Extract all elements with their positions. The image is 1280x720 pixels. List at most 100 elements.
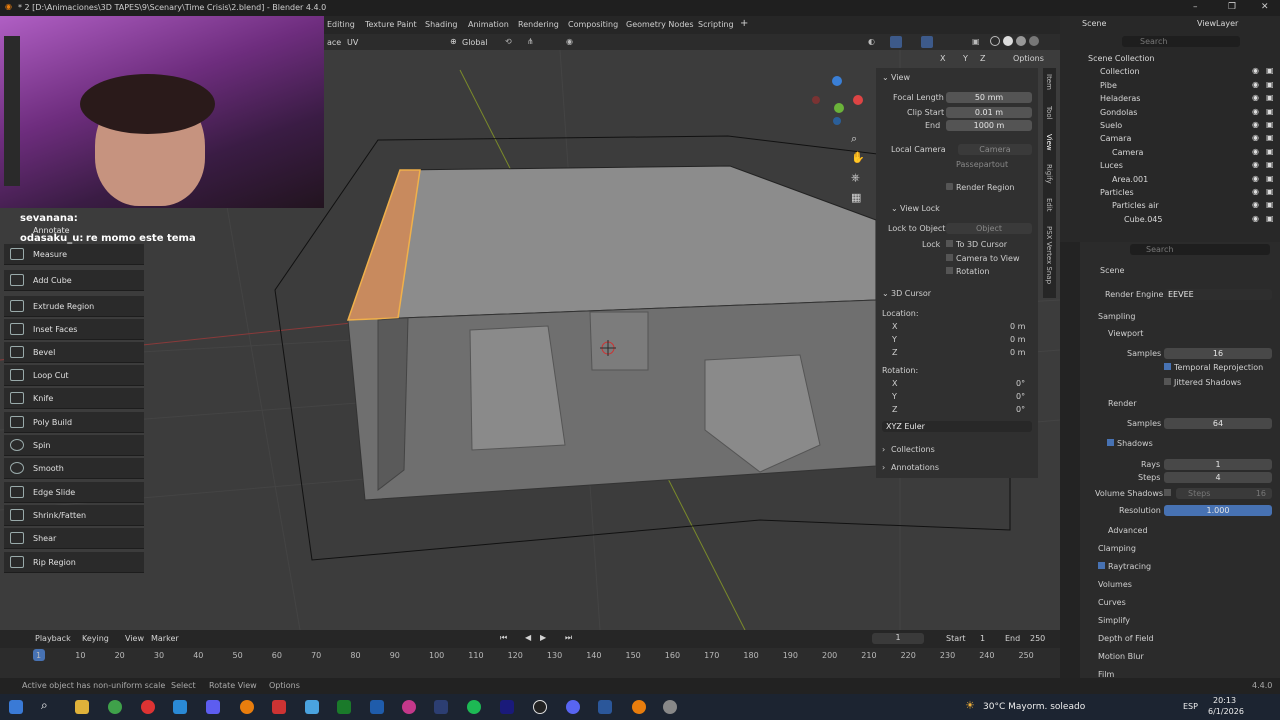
curves-section[interactable]: Curves [1098,598,1126,607]
rotation-lock-checkbox[interactable] [946,267,953,274]
tab-rigify[interactable]: Rigify [1045,164,1053,184]
spotify-icon[interactable] [467,700,481,714]
gizmo-z-axis[interactable] [832,76,842,86]
volume-shadows-checkbox[interactable] [1164,489,1171,496]
jump-start-icon[interactable]: ⏮ [500,633,507,643]
eye-icon[interactable]: ◉ [1252,93,1259,102]
tool-shear[interactable]: Shear [4,528,144,549]
annotations-section-title[interactable]: Annotations [891,463,939,472]
tab-animation[interactable]: Animation [468,20,509,29]
outliner-row[interactable]: Heladeras ◉ ▣ [1060,92,1280,105]
chevron-down-icon[interactable]: ⌄ [882,73,889,82]
chevron-right-icon[interactable]: › [882,463,885,472]
tab-view[interactable]: View [1045,134,1053,151]
app-icon[interactable] [434,700,448,714]
chevron-right-icon[interactable]: › [882,445,885,454]
play-icon[interactable]: ▶ [540,633,546,642]
clip-start-field[interactable]: 0.01 m [946,107,1032,118]
maximize-button[interactable]: ❐ [1228,2,1236,12]
weather-text[interactable]: 30°C Mayorm. soleado [983,702,1085,712]
perspective-grid-icon[interactable]: ▦ [851,191,861,204]
viewport-samples-field[interactable]: 16 [1164,348,1272,359]
rot-z-field[interactable]: 0° [1016,405,1025,414]
eye-icon[interactable]: ◉ [1252,160,1259,169]
tool-shrink-fatten[interactable]: Shrink/Fatten [4,505,144,526]
outliner-row[interactable]: Scene Collection [1060,52,1280,65]
clock-date[interactable]: 6/1/2026 [1208,707,1244,716]
loc-z-field[interactable]: 0 m [1010,348,1025,357]
outliner-row[interactable]: Camara ◉ ▣ [1060,132,1280,145]
eye-icon[interactable]: ◉ [1252,214,1259,223]
eye-icon[interactable]: ◉ [1252,147,1259,156]
render-camera-icon[interactable]: ▣ [1266,120,1274,129]
rot-y-field[interactable]: 0° [1016,392,1025,401]
app-icon[interactable] [337,700,351,714]
discord-icon[interactable] [566,700,580,714]
temporal-reprojection-checkbox[interactable] [1164,363,1171,370]
motion-blur-section[interactable]: Motion Blur [1098,652,1144,661]
axis-x-toggle[interactable]: X [940,54,945,63]
windows-start-icon[interactable] [9,700,23,714]
render-engine-dropdown[interactable]: EEVEE [1164,289,1272,300]
snap-icon[interactable]: ⋔ [527,37,534,46]
start-frame-field[interactable]: 1 [980,634,985,643]
properties-search[interactable]: Search [1130,244,1270,255]
playback-menu[interactable]: Playback [35,634,71,643]
lock-object-field[interactable]: Object [946,223,1032,234]
passepartout-label[interactable]: Passepartout [956,160,1008,169]
mode-menu[interactable]: ace [327,38,341,47]
volume-steps-field[interactable]: Steps 16 [1176,488,1272,499]
tab-scripting[interactable]: Scripting [698,20,734,29]
clamping-section[interactable]: Clamping [1098,544,1136,553]
chevron-down-icon[interactable]: ⌄ [891,204,898,213]
outliner-row[interactable]: Gondolas ◉ ▣ [1060,106,1280,119]
close-button[interactable]: ✕ [1261,2,1269,12]
gizmo-toggle-icon[interactable] [890,36,902,48]
shadows-checkbox[interactable] [1107,439,1114,446]
chrome-icon[interactable] [108,700,122,714]
language-indicator[interactable]: ESP [1183,702,1198,711]
render-region-checkbox[interactable] [946,183,953,190]
play-reverse-icon[interactable]: ◀ [525,633,531,642]
tab-item[interactable]: Item [1045,74,1053,90]
jittered-shadows-checkbox[interactable] [1164,378,1171,385]
app-icon[interactable] [305,700,319,714]
current-frame-field[interactable]: 1 [872,633,924,644]
render-subsection[interactable]: Render [1108,399,1136,408]
outliner-search[interactable]: Search [1122,36,1240,47]
tool-smooth[interactable]: Smooth [4,458,144,479]
tool-add-cube[interactable]: Add Cube [4,270,144,291]
tool-knife[interactable]: Knife [4,388,144,409]
collections-section-title[interactable]: Collections [891,445,935,454]
raytracing-section[interactable]: Raytracing [1108,562,1151,571]
app-icon[interactable] [206,700,220,714]
eye-icon[interactable]: ◉ [1252,174,1259,183]
outliner-row[interactable]: Camera ◉ ▣ [1060,146,1280,159]
outliner-row[interactable]: Pibe ◉ ▣ [1060,79,1280,92]
rot-x-field[interactable]: 0° [1016,379,1025,388]
eye-icon[interactable]: ◉ [1252,120,1259,129]
render-camera-icon[interactable]: ▣ [1266,93,1274,102]
advanced-subsection[interactable]: Advanced [1108,526,1148,535]
depth-of-field-section[interactable]: Depth of Field [1098,634,1154,643]
gizmo-x-axis[interactable] [853,95,863,105]
eye-icon[interactable]: ◉ [1252,80,1259,89]
outliner-row[interactable]: Area.001 ◉ ▣ [1060,173,1280,186]
to-3d-cursor-checkbox[interactable] [946,240,953,247]
transform-orientation-dropdown[interactable]: Global [462,38,488,47]
tab-edit[interactable]: Edit [1045,198,1053,212]
tab-shading[interactable]: Shading [425,20,458,29]
render-camera-icon[interactable]: ▣ [1266,66,1274,75]
render-camera-icon[interactable]: ▣ [1266,160,1274,169]
end-frame-field[interactable]: 250 [1030,634,1045,643]
tab-compositing[interactable]: Compositing [568,20,618,29]
view-layer-selector[interactable]: ViewLayer [1197,19,1238,28]
resolution-field[interactable]: 1.000 [1164,505,1272,516]
rays-field[interactable]: 1 [1164,459,1272,470]
app-icon[interactable] [402,700,416,714]
rotation-mode-dropdown[interactable]: XYZ Euler [882,421,1032,432]
eye-icon[interactable]: ◉ [1252,66,1259,75]
eye-icon[interactable]: ◉ [1252,187,1259,196]
scene-selector[interactable]: Scene [1082,19,1106,28]
zoom-icon[interactable]: ⌕ [851,132,857,146]
